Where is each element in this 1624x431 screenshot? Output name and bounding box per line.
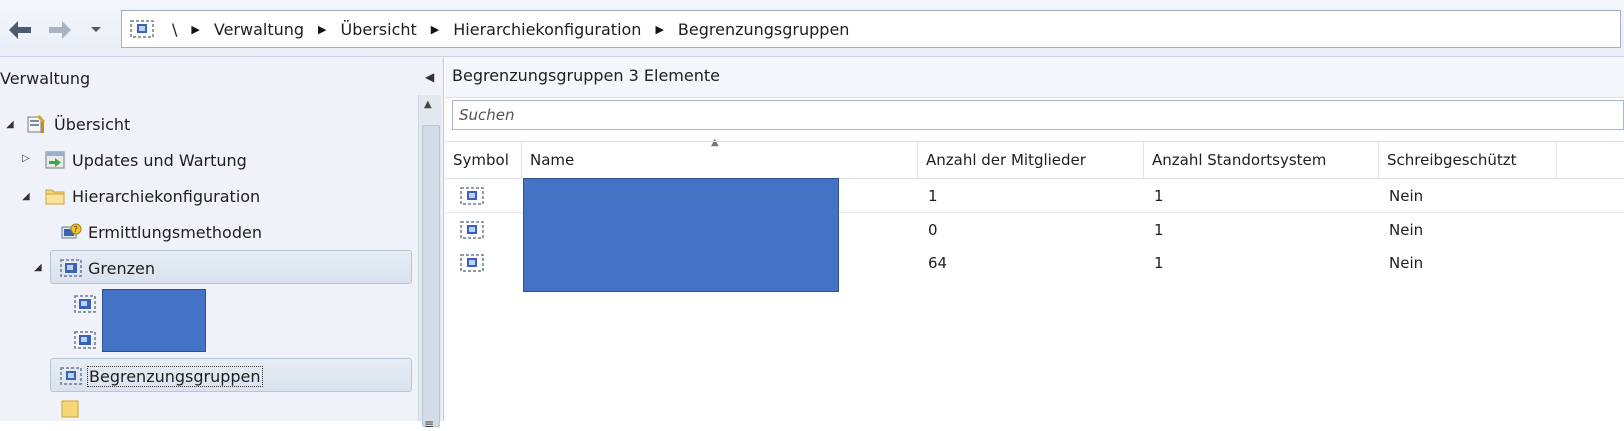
tree-label-updates: Updates und Wartung (72, 150, 247, 170)
content-pane: Begrenzungsgruppen 3 Elemente ▲ Symbol N… (445, 57, 1624, 421)
row-readonly: Nein (1389, 220, 1424, 239)
tree-item-updates[interactable]: Updates und Wartung (44, 145, 247, 175)
tree-label-discovery: Ermittlungsmethoden (88, 222, 262, 242)
tree-label-overview: Übersicht (54, 114, 131, 134)
breadcrumb-separator-icon[interactable]: ▶ (314, 23, 330, 36)
expand-boundaries-icon[interactable]: ◢ (34, 262, 42, 273)
collapse-pane-icon[interactable]: ◀ (425, 70, 434, 84)
column-readonly[interactable]: Schreibgeschützt (1379, 142, 1557, 178)
tree-item-hierarchy[interactable]: Hierarchiekonfiguration (44, 181, 260, 211)
expand-overview-icon[interactable]: ◢ (6, 119, 14, 130)
row-sites: 1 (1154, 220, 1164, 239)
row-members: 1 (928, 186, 938, 205)
breadcrumb-separator-icon[interactable]: ▶ (651, 23, 667, 36)
tree-item-overview[interactable]: Übersicht (26, 109, 130, 139)
discovery-methods-icon: ? (61, 223, 82, 239)
boundary-group-icon (460, 220, 484, 239)
tree-item-boundary-child[interactable] (74, 325, 102, 355)
tree-label-boundaries: Grenzen (88, 258, 155, 278)
content-header: Begrenzungsgruppen 3 Elemente (445, 57, 1624, 98)
row-sites: 1 (1154, 186, 1164, 205)
overview-tools-icon (27, 115, 45, 133)
breadcrumb-uebersicht[interactable]: Übersicht (331, 20, 427, 39)
breadcrumb-hierarchiekonfiguration[interactable]: Hierarchiekonfiguration (443, 20, 651, 39)
tree-scrollbar[interactable]: ▲ ≡ (418, 95, 441, 431)
boundary-group-icon (460, 253, 484, 272)
tree-item-next[interactable] (60, 397, 88, 421)
column-members[interactable]: Anzahl der Mitglieder (918, 142, 1144, 178)
row-symbol (450, 213, 484, 246)
tree-item-boundary-groups[interactable]: Begrenzungsgruppen (60, 361, 263, 391)
row-symbol (450, 179, 484, 212)
results-grid: Symbol Name Anzahl der Mitglieder Anzahl… (445, 141, 1624, 292)
content-title: Begrenzungsgruppen 3 Elemente (452, 66, 720, 85)
column-name[interactable]: Name (522, 142, 918, 178)
redacted-boundary-names (102, 289, 206, 352)
arrow-right-icon (49, 21, 71, 39)
boundary-group-icon (60, 367, 82, 385)
row-readonly: Nein (1389, 253, 1424, 272)
tree-label-boundary-groups: Begrenzungsgruppen (87, 365, 263, 387)
tree-item-discovery[interactable]: ? Ermittlungsmethoden (60, 217, 262, 247)
boundary-group-icon (460, 186, 484, 205)
breadcrumb-verwaltung[interactable]: Verwaltung (204, 20, 314, 39)
tree-item-boundaries[interactable]: Grenzen (60, 253, 155, 283)
redacted-names (523, 178, 839, 292)
breadcrumb-begrenzungsgruppen[interactable]: Begrenzungsgruppen (668, 20, 860, 39)
search-input[interactable] (452, 100, 1624, 130)
row-symbol (450, 246, 484, 279)
pane-title: Verwaltung (0, 69, 91, 88)
back-button[interactable] (4, 14, 36, 46)
chevron-down-icon (91, 27, 101, 32)
svg-text:?: ? (74, 225, 78, 234)
row-members: 0 (928, 220, 938, 239)
tree-label-hierarchy: Hierarchiekonfiguration (72, 186, 261, 206)
column-sites[interactable]: Anzahl Standortsystem (1144, 142, 1379, 178)
navigation-bar: \ ▶ Verwaltung ▶ Übersicht ▶ Hierarchiek… (0, 0, 1624, 57)
boundary-icon (74, 295, 96, 313)
breadcrumb-separator-icon[interactable]: ▶ (187, 23, 203, 36)
updates-icon (45, 151, 65, 169)
boundary-icon (74, 331, 96, 349)
scroll-up-icon[interactable]: ▲ (424, 99, 432, 110)
row-readonly: Nein (1389, 186, 1424, 205)
scroll-grip-icon: ≡ (424, 417, 435, 431)
column-empty (1557, 142, 1624, 178)
breadcrumb-separator-icon[interactable]: ▶ (427, 23, 443, 36)
scroll-thumb[interactable] (422, 125, 440, 427)
expand-hierarchy-icon[interactable]: ◢ (22, 191, 30, 202)
grid-header: Symbol Name Anzahl der Mitglieder Anzahl… (445, 141, 1624, 179)
arrow-left-icon (9, 21, 31, 39)
row-sites: 1 (1154, 253, 1164, 272)
content-title-text: Begrenzungsgruppen (452, 66, 624, 85)
column-symbol[interactable]: Symbol (445, 142, 522, 178)
breadcrumb-root[interactable]: \ (154, 20, 187, 39)
expand-updates-icon[interactable]: ▷ (22, 153, 30, 164)
folder-icon (61, 400, 79, 418)
address-bar[interactable]: \ ▶ Verwaltung ▶ Übersicht ▶ Hierarchiek… (121, 10, 1621, 48)
folder-icon (45, 189, 65, 205)
navigation-pane: Verwaltung ◀ ◢ Übersicht ▷ Updates und W… (0, 57, 444, 431)
boundary-icon (60, 259, 82, 277)
forward-button[interactable] (44, 14, 76, 46)
boundary-group-icon (130, 20, 154, 38)
history-dropdown-button[interactable] (84, 14, 108, 46)
tree-item-boundary-child[interactable] (74, 289, 102, 319)
item-count: 3 Elemente (628, 66, 720, 85)
row-members: 64 (928, 253, 948, 272)
